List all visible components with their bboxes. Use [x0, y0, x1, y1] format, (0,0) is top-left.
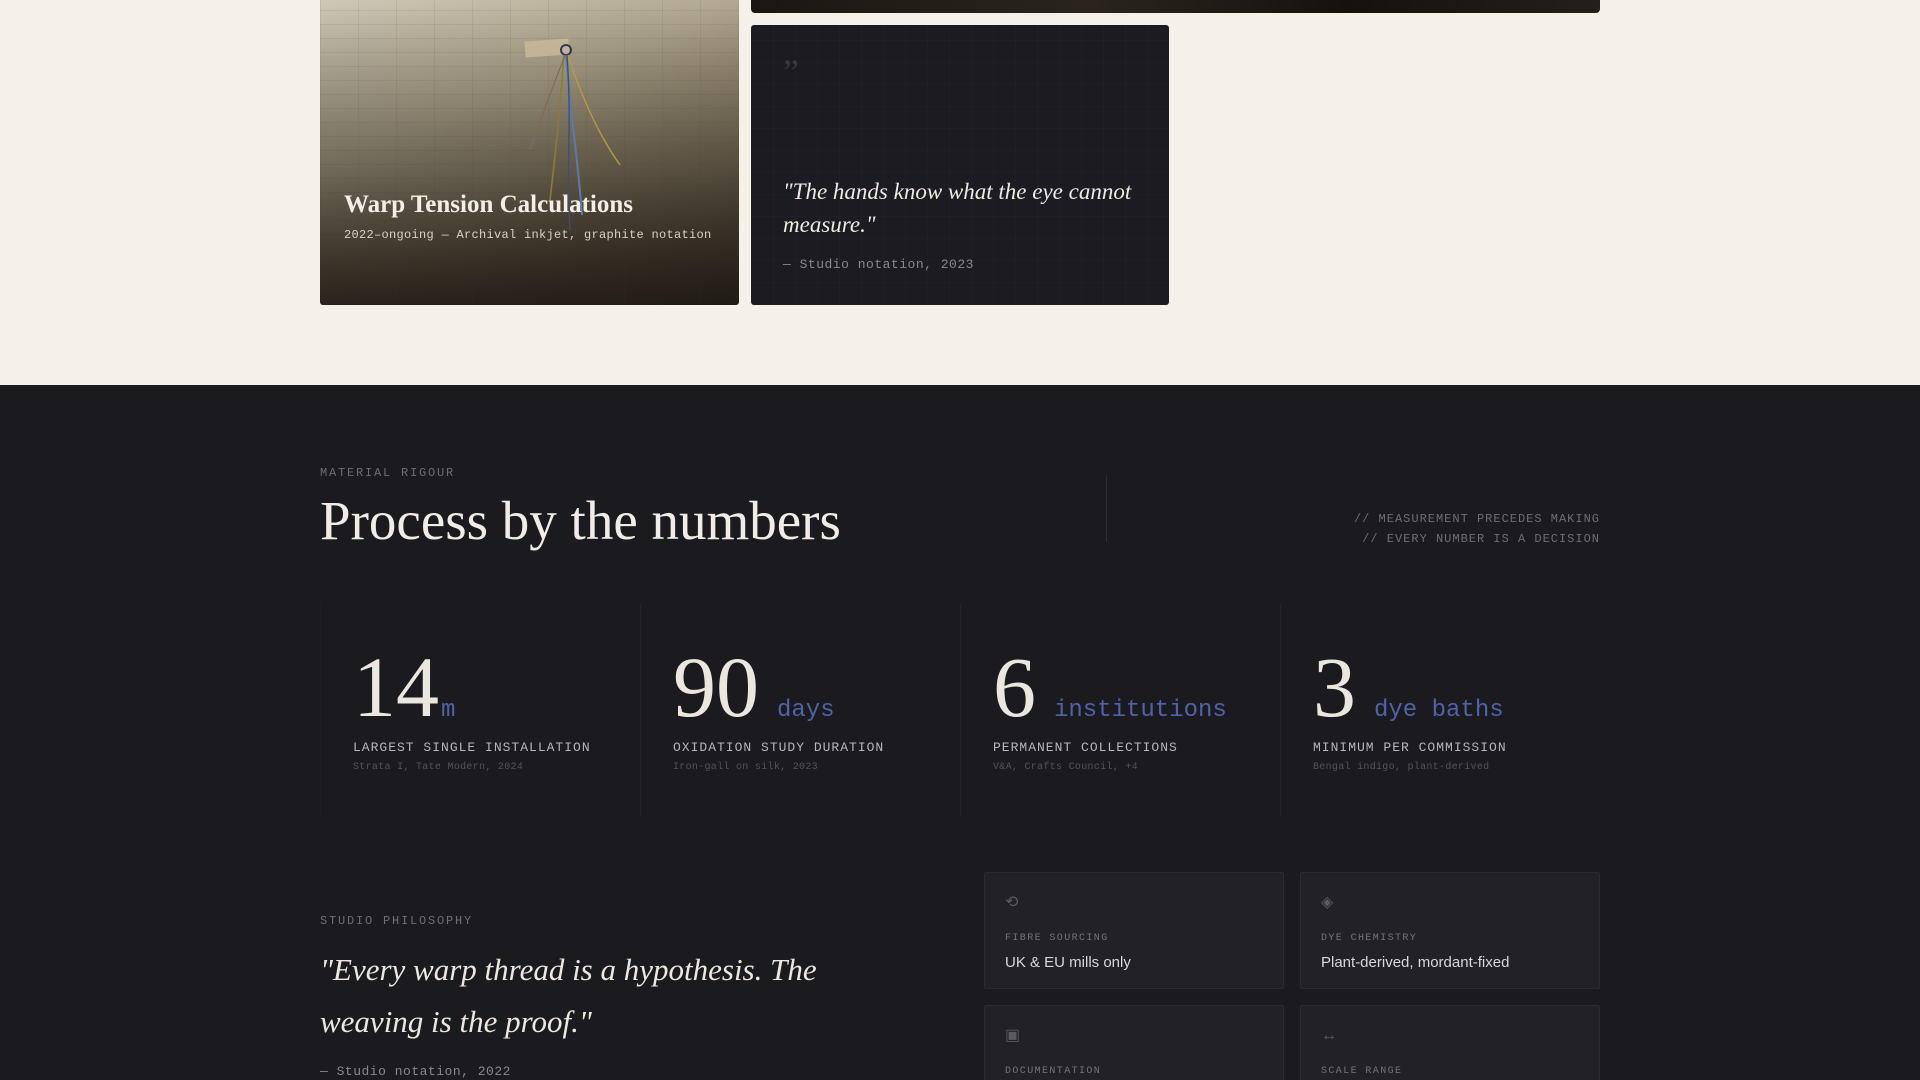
warp-tension-card[interactable]: Warp Tension Calculations 2022–ongoing —…: [320, 0, 739, 305]
stats-grid: 14 m LARGEST SINGLE INSTALLATION Strata …: [320, 604, 1600, 816]
spec-scale-range: ↔ SCALE RANGE: [1300, 1005, 1600, 1080]
process-title: Process by the numbers: [320, 490, 841, 551]
stat-installation: 14 m LARGEST SINGLE INSTALLATION Strata …: [320, 604, 640, 816]
quote-mark-icon: ”: [783, 52, 799, 92]
quote-source: — Studio notation, 2023: [783, 257, 974, 272]
stat-unit: days: [777, 697, 835, 724]
stat-collections: 6 institutions PERMANENT COLLECTIONS V&A…: [960, 604, 1280, 816]
stat-label: MINIMUM PER COMMISSION: [1313, 740, 1507, 755]
gallery-section: Warp Tension Calculations 2022–ongoing —…: [0, 0, 1920, 385]
philosophy-quote: "Every warp thread is a hypothesis. The …: [320, 952, 817, 1039]
gallery-image-strip[interactable]: [751, 0, 1600, 13]
stat-value: 3: [1313, 639, 1356, 735]
spec-label: SCALE RANGE: [1321, 1066, 1403, 1077]
spec-fibre-sourcing: ⟲ FIBRE SOURCING UK & EU mills only: [984, 872, 1284, 989]
spec-documentation: ▣ DOCUMENTATION: [984, 1005, 1284, 1080]
quote-text: "The hands know what the eye cannot meas…: [783, 179, 1132, 237]
card-meta: 2022–ongoing — Archival inkjet, graphite…: [344, 228, 712, 242]
spec-value: Plant-derived, mordant-fixed: [1321, 954, 1510, 971]
arrows-icon: ↔: [1321, 1027, 1337, 1044]
note-line: // MEASUREMENT PRECEDES MAKING: [1353, 512, 1600, 526]
cycle-icon: ⟲: [1005, 894, 1019, 911]
stat-unit: dye baths: [1374, 697, 1504, 724]
thread-sample-illustration: [524, 38, 621, 231]
note-line: // EVERY NUMBER IS A DECISION: [1362, 532, 1600, 546]
stat-value: 90: [673, 639, 759, 735]
process-notes: // MEASUREMENT PRECEDES MAKING // EVERY …: [1354, 509, 1600, 549]
stat-unit: m: [441, 697, 456, 724]
stat-sub: Iron-gall on silk, 2023: [673, 762, 818, 773]
spec-label: DOCUMENTATION: [1005, 1066, 1102, 1077]
spec-dye-chemistry: ◈ DYE CHEMISTRY Plant-derived, mordant-f…: [1300, 872, 1600, 989]
stat-value: 14: [353, 639, 439, 735]
spec-value: UK & EU mills only: [1005, 954, 1131, 971]
diamond-icon: ◈: [1321, 894, 1334, 911]
card-title: Warp Tension Calculations: [344, 191, 633, 218]
process-eyebrow: MATERIAL RIGOUR: [320, 466, 456, 480]
stat-unit: institutions: [1054, 697, 1227, 724]
studio-quote-card[interactable]: ” "The hands know what the eye cannot me…: [751, 25, 1169, 305]
philosophy-eyebrow: STUDIO PHILOSOPHY: [320, 914, 474, 928]
stat-value: 6: [993, 639, 1036, 735]
stat-sub: V&A, Crafts Council, +4: [993, 762, 1138, 773]
square-icon: ▣: [1005, 1027, 1021, 1044]
stat-label: LARGEST SINGLE INSTALLATION: [353, 740, 591, 755]
spec-label: DYE CHEMISTRY: [1321, 933, 1418, 944]
stat-dye-baths: 3 dye baths MINIMUM PER COMMISSION Benga…: [1280, 604, 1600, 816]
stat-sub: Strata I, Tate Modern, 2024: [353, 762, 524, 773]
stat-oxidation: 90 days OXIDATION STUDY DURATION Iron-ga…: [640, 604, 960, 816]
stat-label: PERMANENT COLLECTIONS: [993, 740, 1178, 755]
stat-label: OXIDATION STUDY DURATION: [673, 740, 885, 755]
stat-sub: Bengal indigo, plant-derived: [1313, 762, 1490, 773]
header-divider: [1106, 476, 1107, 542]
philosophy-source: — Studio notation, 2022: [320, 1064, 511, 1079]
spec-label: FIBRE SOURCING: [1005, 933, 1109, 944]
